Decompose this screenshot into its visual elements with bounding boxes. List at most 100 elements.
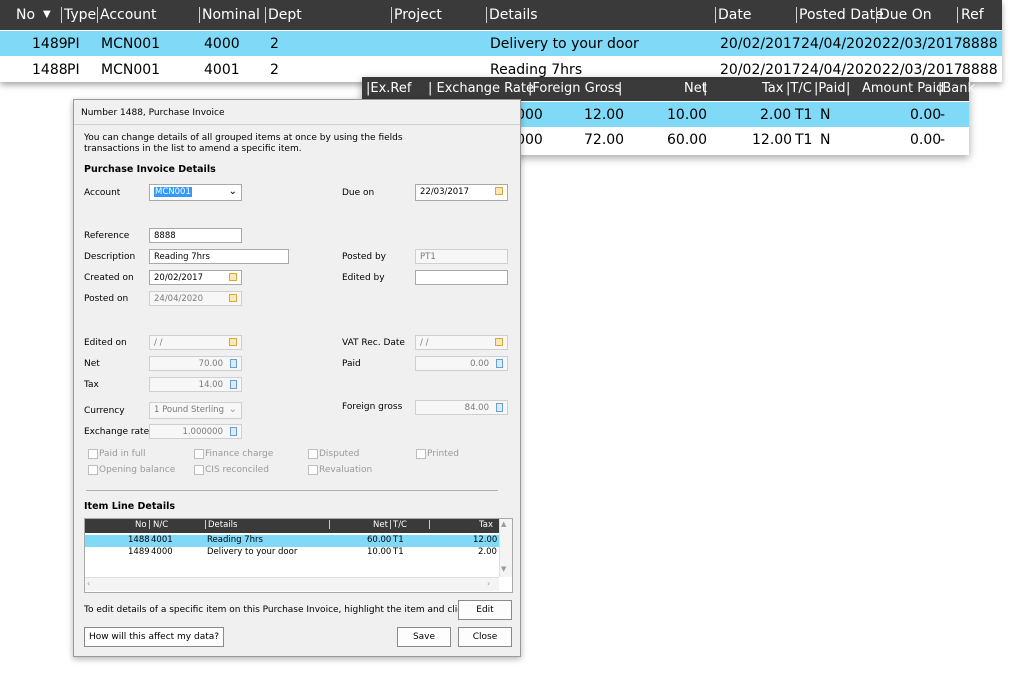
created-on-label: Created on (84, 273, 134, 283)
revaluation-label: Revaluation (319, 465, 373, 475)
column-header-due-on[interactable]: Due On (879, 7, 932, 23)
net-field: 70.00 (149, 356, 242, 371)
column-header-project[interactable]: Project (394, 7, 442, 23)
printed-checkbox (416, 449, 426, 459)
edit-button[interactable]: Edit (458, 600, 512, 620)
chevron-down-icon: ⌄ (228, 186, 237, 197)
column-header-foreign-gross[interactable]: |Foreign Gross (528, 81, 621, 96)
chevron-left-icon[interactable]: ‹ (87, 579, 90, 588)
edited-by-field[interactable] (415, 270, 508, 285)
tax-label: Tax (84, 380, 99, 390)
divider (86, 490, 498, 491)
edited-by-label: Edited by (342, 273, 385, 283)
section-title-item-lines: Item Line Details (84, 501, 175, 512)
column-header-tc[interactable]: T/C (393, 520, 407, 530)
posted-by-field: PT1 (415, 249, 508, 264)
column-header-details[interactable]: Details (208, 520, 237, 530)
column-header-no[interactable]: No (16, 7, 35, 23)
vertical-scrollbar[interactable]: ▲ ▼ (499, 519, 512, 577)
net-label: Net (84, 359, 100, 369)
table-row[interactable]: 1489 PI MCN001 4000 2 Delivery to your d… (0, 31, 1002, 56)
calculator-icon (496, 403, 503, 412)
intro-text-line2: transactions in the list to amend a spec… (84, 144, 302, 154)
column-header-bank[interactable]: |Bank (938, 81, 975, 96)
column-header-amount-paid[interactable]: Amount Paid (862, 81, 944, 96)
paid-label: Paid (342, 359, 361, 369)
paid-field: 0.00 (415, 356, 508, 371)
printed-label: Printed (427, 449, 459, 459)
calculator-icon (230, 427, 237, 436)
intro-text-line1: You can change details of all grouped it… (84, 133, 403, 143)
account-label: Account (84, 188, 121, 198)
reference-field[interactable]: 8888 (149, 228, 242, 243)
vat-rec-date-label: VAT Rec. Date (342, 338, 405, 348)
posted-on-label: Posted on (84, 294, 129, 304)
calendar-icon (229, 338, 237, 346)
disputed-checkbox (308, 449, 318, 459)
currency-dropdown: 1 Pound Sterling ⌄ (149, 402, 242, 419)
disputed-label: Disputed (319, 449, 360, 459)
column-header-no[interactable]: No (135, 520, 147, 530)
column-header-account[interactable]: Account (100, 7, 157, 23)
opening-balance-label: Opening balance (99, 465, 176, 475)
column-header-nc[interactable]: N/C (153, 520, 168, 530)
created-on-field[interactable]: 20/02/2017 (149, 270, 242, 285)
calculator-icon (230, 359, 237, 368)
finance-charge-checkbox (194, 449, 204, 459)
account-dropdown[interactable]: MCN001 ⌄ (149, 184, 242, 201)
chevron-right-icon[interactable]: › (487, 579, 490, 588)
reference-label: Reference (84, 231, 130, 241)
vat-rec-date-field: / / (415, 335, 508, 350)
column-header-exchange-rate[interactable]: | Exchange Rate (428, 81, 534, 96)
column-header-tax[interactable]: Tax (479, 520, 493, 530)
column-header-tax[interactable]: Tax (762, 81, 783, 96)
description-label: Description (84, 252, 136, 262)
save-button[interactable]: Save (397, 627, 451, 647)
column-header-details[interactable]: Details (489, 7, 538, 23)
calendar-icon (495, 338, 503, 346)
column-header-ex-ref[interactable]: |Ex.Ref (366, 81, 411, 96)
paid-in-full-label: Paid in full (99, 449, 146, 459)
list-item[interactable]: 1488 4001 Reading 7hrs 60.00 T1 12.00 (85, 535, 499, 547)
list-item[interactable]: 1489 4000 Delivery to your door 10.00 T1… (85, 547, 499, 559)
foreign-gross-label: Foreign gross (342, 402, 403, 412)
posted-by-label: Posted by (342, 252, 386, 262)
revaluation-checkbox (308, 465, 318, 475)
transactions-grid: No ▼ Type Account Nominal Dept Project D… (0, 0, 1002, 82)
column-header-date[interactable]: Date (718, 7, 751, 23)
chevron-down-icon[interactable]: ▼ (501, 565, 506, 573)
foreign-gross-field: 84.00 (415, 400, 508, 415)
column-header-net[interactable]: Net (373, 520, 388, 530)
calendar-icon[interactable] (229, 273, 237, 281)
column-header-type[interactable]: Type (64, 7, 96, 23)
column-header-dept[interactable]: Dept (268, 7, 302, 23)
divider (74, 124, 520, 125)
dialog-title: Number 1488, Purchase Invoice (81, 108, 225, 118)
currency-label: Currency (84, 406, 125, 416)
extension-grid-header: |Ex.Ref | Exchange Rate |Foreign Gross |… (362, 77, 975, 101)
edited-on-label: Edited on (84, 338, 127, 348)
due-on-label: Due on (342, 188, 375, 198)
sort-desc-icon[interactable]: ▼ (43, 9, 51, 20)
column-header-tc[interactable]: |T/C (786, 81, 812, 96)
horizontal-scrollbar[interactable]: ‹ › (85, 577, 499, 591)
chevron-up-icon[interactable]: ▲ (501, 520, 506, 528)
edit-hint-text: To edit details of a specific item on th… (84, 605, 496, 615)
column-header-posted-date[interactable]: Posted Date (799, 7, 884, 23)
column-header-ref[interactable]: Ref (961, 7, 984, 23)
close-button[interactable]: Close (458, 627, 512, 647)
exchange-rate-field: 1.000000 (149, 424, 242, 439)
calculator-icon (230, 380, 237, 389)
calendar-icon (229, 294, 237, 302)
opening-balance-checkbox (88, 465, 98, 475)
column-header-paid[interactable]: |Paid (814, 81, 845, 96)
description-field[interactable]: Reading 7hrs (149, 249, 289, 264)
paid-in-full-checkbox (88, 449, 98, 459)
item-lines-header: No | N/C | Details | Net | T/C | Tax (85, 519, 499, 533)
section-title-invoice-details: Purchase Invoice Details (84, 164, 216, 175)
column-header-nominal[interactable]: Nominal (202, 7, 260, 23)
calendar-icon[interactable] (495, 187, 503, 195)
due-on-field[interactable]: 22/03/2017 (415, 184, 508, 201)
help-button[interactable]: How will this affect my data? (84, 627, 224, 647)
finance-charge-label: Finance charge (205, 449, 274, 459)
